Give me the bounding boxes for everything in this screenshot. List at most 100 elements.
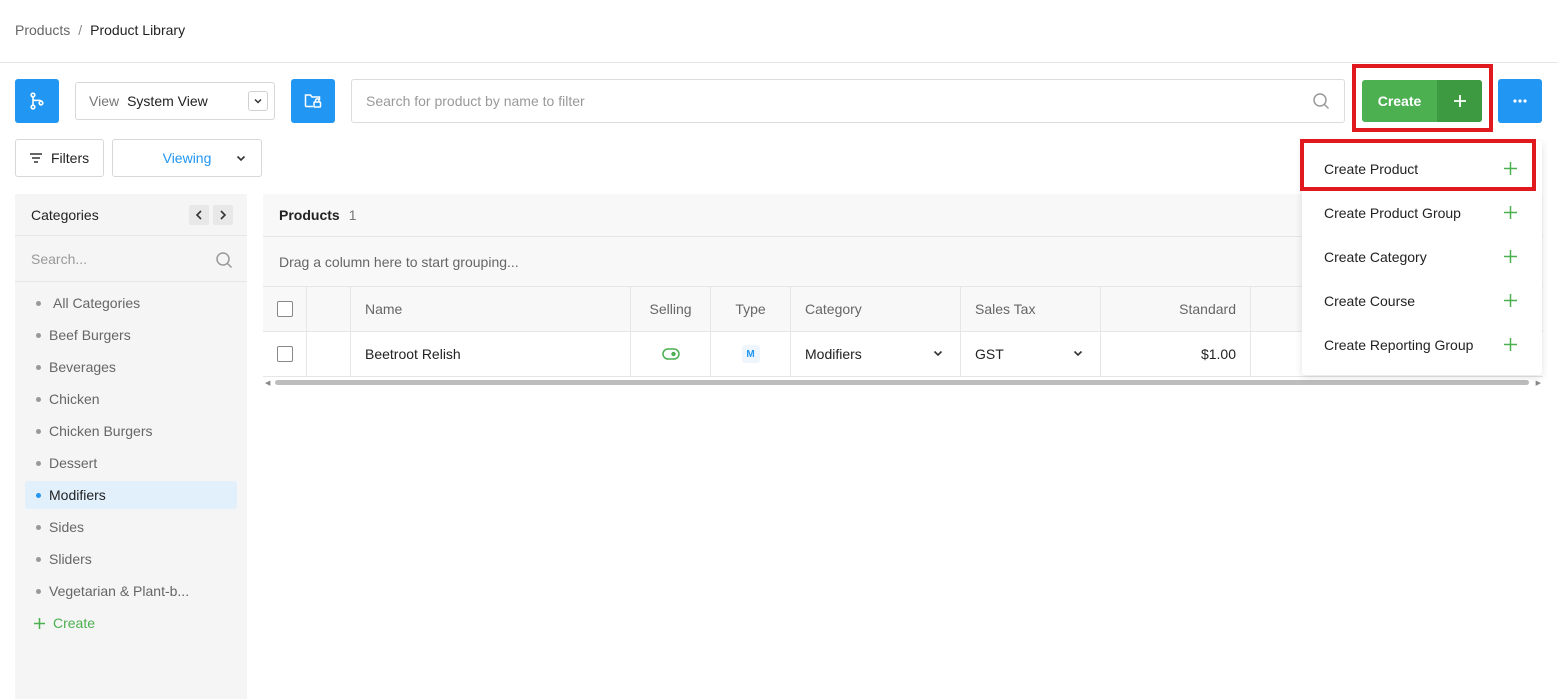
bullet-icon (36, 301, 41, 306)
category-label: Vegetarian & Plant-b... (49, 583, 190, 599)
create-button[interactable]: Create (1362, 80, 1482, 122)
chevron-down-icon (236, 155, 246, 162)
category-item[interactable]: Sides (25, 513, 237, 541)
category-item[interactable]: Sliders (25, 545, 237, 573)
category-label: Chicken Burgers (49, 423, 153, 439)
category-search (15, 236, 247, 282)
toggle-on-icon[interactable] (661, 348, 680, 360)
menu-item-label: Create Product Group (1324, 205, 1461, 221)
category-item[interactable]: Beverages (25, 353, 237, 381)
select-all-checkbox[interactable] (276, 301, 293, 317)
row-select-cell (263, 332, 307, 376)
breadcrumb-separator: / (78, 22, 83, 38)
bullet-icon (36, 397, 41, 402)
standard-price-cell[interactable]: $1.00 (1101, 332, 1251, 376)
chevron-down-icon (248, 91, 268, 111)
more-options-button[interactable] (1498, 79, 1542, 123)
plus-icon (1437, 80, 1482, 122)
branch-icon (30, 92, 44, 110)
sales-tax-column-header[interactable]: Sales Tax (961, 287, 1101, 331)
create-button-label: Create (1377, 93, 1422, 109)
chevron-down-icon (1073, 350, 1083, 357)
scroll-left-icon[interactable]: ◀ (265, 379, 270, 387)
row-checkbox[interactable] (276, 346, 293, 362)
menu-item-label: Create Course (1324, 293, 1416, 309)
branch-button[interactable] (15, 79, 59, 123)
row-image-cell (307, 332, 351, 376)
category-cell[interactable]: Modifiers (791, 332, 961, 376)
type-column-header[interactable]: Type (711, 287, 791, 331)
category-label: Dessert (49, 455, 98, 471)
category-item[interactable]: Chicken (25, 385, 237, 413)
category-item-selected[interactable]: Modifiers (25, 481, 237, 509)
category-label: Sliders (49, 551, 92, 567)
type-badge: M (741, 345, 760, 363)
category-label: Beverages (49, 359, 116, 375)
category-item[interactable]: Beef Burgers (25, 321, 237, 349)
type-cell: M (711, 332, 791, 376)
menu-item-label: Create Product (1324, 161, 1419, 177)
scroll-right-icon[interactable]: ▶ (1536, 379, 1541, 387)
category-label: All Categories (53, 295, 141, 311)
category-label: Sides (49, 519, 85, 535)
select-all-cell (263, 287, 307, 331)
horizontal-scrollbar[interactable]: ◀ ▶ (263, 378, 1543, 387)
category-search-input[interactable] (31, 250, 201, 267)
viewing-label: Viewing (162, 150, 212, 166)
search-icon[interactable] (215, 251, 233, 269)
chevron-left-icon[interactable] (189, 205, 209, 225)
create-course-item[interactable]: Create Course (1302, 279, 1542, 323)
folder-lock-button[interactable] (291, 79, 335, 123)
category-item[interactable]: All Categories (25, 289, 237, 317)
top-bar: Products / Product Library (0, 0, 1558, 63)
view-select-label: View (89, 93, 120, 109)
product-search-input[interactable] (366, 93, 1266, 109)
bullet-icon (36, 589, 41, 594)
create-reporting-group-item[interactable]: Create Reporting Group (1302, 323, 1542, 367)
folder-lock-icon (304, 94, 322, 108)
filters-button[interactable]: Filters (15, 139, 104, 177)
category-item[interactable]: Vegetarian & Plant-b... (25, 577, 237, 605)
plus-icon (1504, 294, 1517, 307)
scrollbar-thumb[interactable] (275, 380, 1529, 385)
view-select[interactable]: View System View (75, 82, 275, 120)
search-icon[interactable] (1312, 92, 1330, 110)
bullet-icon (36, 461, 41, 466)
category-column-header[interactable]: Category (791, 287, 961, 331)
create-category-link[interactable]: Create (33, 609, 247, 637)
create-category-item[interactable]: Create Category (1302, 235, 1542, 279)
create-product-group-item[interactable]: Create Product Group (1302, 191, 1542, 235)
bullet-icon (36, 429, 41, 434)
category-label: Modifiers (49, 487, 106, 503)
bullet-icon (36, 333, 41, 338)
menu-item-label: Create Category (1324, 249, 1427, 265)
name-column-header[interactable]: Name (351, 287, 631, 331)
standard-column-header[interactable]: Standard (1101, 287, 1251, 331)
product-name-cell[interactable]: Beetroot Relish (351, 332, 631, 376)
sales-tax-cell[interactable]: GST (961, 332, 1101, 376)
product-count: 1 (348, 207, 357, 223)
chevron-right-icon[interactable] (213, 205, 233, 225)
plus-icon (1504, 162, 1517, 175)
product-search (351, 79, 1345, 123)
breadcrumb: Products / Product Library (15, 22, 185, 38)
categories-sidebar: Categories All Categories Beef Burgers B… (15, 194, 247, 699)
category-item[interactable]: Chicken Burgers (25, 417, 237, 445)
create-product-item[interactable]: Create Product (1302, 147, 1542, 191)
category-label: Chicken (49, 391, 100, 407)
selling-column-header[interactable]: Selling (631, 287, 711, 331)
ellipsis-icon (1513, 99, 1527, 103)
category-list: All Categories Beef Burgers Beverages Ch… (15, 282, 247, 637)
filter-icon (30, 153, 42, 163)
plus-icon (1504, 250, 1517, 263)
plus-icon (34, 617, 45, 629)
view-select-value: System View (127, 93, 208, 109)
categories-header: Categories (15, 194, 247, 236)
breadcrumb-products-link[interactable]: Products (15, 22, 70, 38)
viewing-select[interactable]: Viewing (112, 139, 262, 177)
chevron-down-icon (933, 350, 943, 357)
create-category-label: Create (53, 615, 96, 631)
plus-icon (1504, 206, 1517, 219)
image-column-header (307, 287, 351, 331)
category-item[interactable]: Dessert (25, 449, 237, 477)
